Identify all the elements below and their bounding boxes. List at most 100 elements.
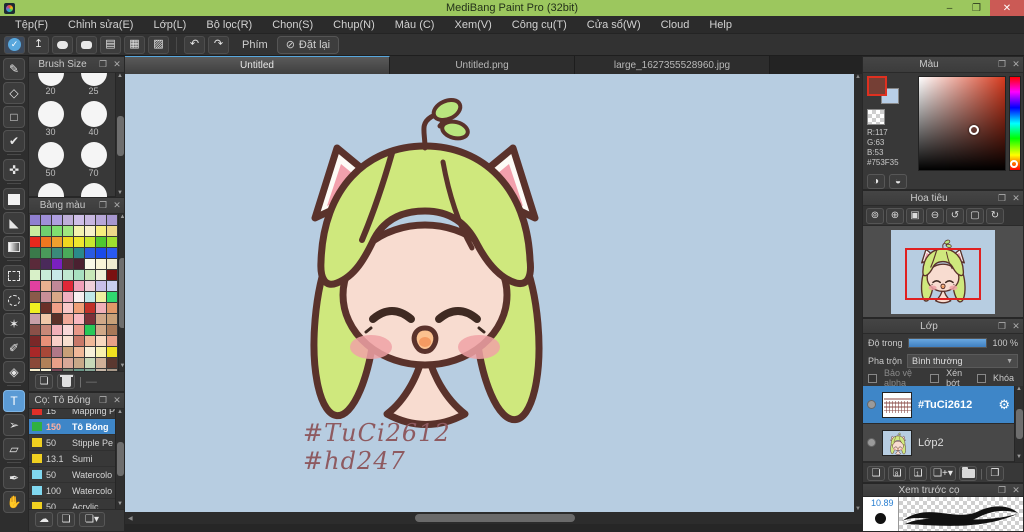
palette-swatch[interactable] [52,248,62,258]
curve-tool[interactable]: ✔ [3,130,25,152]
palette-swatch[interactable] [96,270,106,280]
close-icon[interactable]: ✕ [110,395,124,406]
palette-swatch[interactable] [30,358,40,368]
palette-swatch[interactable] [96,303,106,313]
palette-swatch[interactable] [63,270,73,280]
brush-tool[interactable]: ✎ [3,58,25,80]
palette-swatch[interactable] [74,336,84,346]
palette-swatch[interactable] [63,259,73,269]
popout-icon[interactable]: ❐ [995,59,1009,70]
brush-list-item[interactable]: 50Watercolo [29,467,115,483]
palette-swatch[interactable] [107,259,117,269]
palette-swatch[interactable] [96,215,106,225]
palette-swatch[interactable] [74,325,84,335]
palette-swatch[interactable] [74,358,84,368]
palette-swatch[interactable] [41,314,51,324]
palette-swatch[interactable] [41,303,51,313]
reset-button[interactable]: ⊘ Đặt lại [277,36,339,54]
palette-swatch[interactable] [30,281,40,291]
redo-button[interactable]: ↷ [208,36,229,54]
palette-swatch[interactable] [63,281,73,291]
brush-size-swatch[interactable] [38,183,64,198]
palette-swatch[interactable] [96,259,106,269]
palette-swatch[interactable] [96,325,106,335]
palette-swatch[interactable] [107,314,117,324]
menu-item-3[interactable]: Lớp(L) [144,17,195,33]
palette-swatch[interactable] [107,215,117,225]
lasso-tool[interactable] [3,289,25,311]
navigator-thumbnail[interactable] [891,230,995,314]
palette-swatch[interactable] [30,226,40,236]
cloud-sync-button[interactable]: ✓ [4,36,25,54]
palette-swatch[interactable] [107,281,117,291]
palette-swatch[interactable] [41,281,51,291]
palette-swatch[interactable] [74,281,84,291]
palette-swatch[interactable] [85,270,95,280]
palette-swatch[interactable] [85,347,95,357]
palette-swatch[interactable] [63,226,73,236]
shape-rect-tool[interactable]: □ [3,106,25,128]
close-icon[interactable]: ✕ [1009,485,1023,496]
brushes-scrollbar[interactable]: ▲ ▼ [115,409,124,509]
close-icon[interactable]: ✕ [1009,321,1023,332]
alpha-protect-checkbox[interactable] [868,374,877,383]
palette-swatch[interactable] [30,336,40,346]
palette-swatch[interactable] [63,347,73,357]
minimize-button[interactable]: – [936,0,963,16]
palette-swatch[interactable] [85,226,95,236]
close-icon[interactable]: ✕ [110,59,124,70]
palette-swatch[interactable] [30,270,40,280]
palette-swatch[interactable] [63,292,73,302]
palette-swatch[interactable] [96,226,106,236]
palette-swatch[interactable] [96,292,106,302]
rotate-right-button[interactable]: ↻ [986,208,1004,224]
opacity-slider[interactable] [908,338,988,348]
duplicate-layer-button[interactable]: ❐ [986,466,1004,481]
close-icon[interactable]: ✕ [1009,193,1023,204]
reset-rotation-button[interactable]: ▢ [966,208,984,224]
canvas-viewport[interactable]: #TuCi2612 #hd247 [125,74,854,512]
hue-slider[interactable] [1009,76,1021,171]
palette-swatch[interactable] [85,303,95,313]
palette-swatch[interactable] [74,237,84,247]
menu-item-7[interactable]: Màu (C) [386,17,444,33]
palette-swatch[interactable] [107,347,117,357]
palette-swatch[interactable] [74,248,84,258]
brush-list-item[interactable]: 100Watercolo [29,483,115,499]
palette-swatch[interactable] [52,237,62,247]
palette-swatch[interactable] [85,369,95,371]
brush-list-item[interactable]: 15Mapping P [29,409,115,419]
palette-swatch[interactable] [52,303,62,313]
palette-swatch[interactable] [107,248,117,258]
palette-swatch[interactable] [41,215,51,225]
palette-swatch[interactable] [52,215,62,225]
palette-swatch[interactable] [30,303,40,313]
palette-swatch[interactable] [41,237,51,247]
brush-size-swatch[interactable] [81,142,107,168]
navigator-viewport-rect[interactable] [905,248,981,300]
hand-tool[interactable]: ✋ [3,491,25,513]
palette-swatch[interactable] [52,292,62,302]
eyedropper-tool[interactable]: ✒ [3,467,25,489]
palette-swatch[interactable] [30,314,40,324]
saturation-value-picker[interactable] [918,76,1006,171]
palette-swatch[interactable] [52,226,62,236]
hue-marker[interactable] [1010,160,1018,168]
operate-tool[interactable]: ➢ [3,414,25,436]
add-layer-menu-button[interactable]: ❏+▾ [930,466,956,481]
brush-list-item[interactable]: 50Stipple Pe [29,435,115,451]
popout-icon[interactable]: ❐ [96,59,110,70]
menu-item-8[interactable]: Xem(V) [445,17,500,33]
new-layer-button[interactable]: ❏ [867,466,885,481]
brush-list-item[interactable]: 13.1Sumi [29,451,115,467]
palette-swatch[interactable] [85,292,95,302]
add-color-button[interactable]: ❏ [35,374,53,389]
palette-swatch[interactable] [52,336,62,346]
palette-swatch[interactable] [30,347,40,357]
palette-swatch[interactable] [107,237,117,247]
brush-size-scrollbar[interactable]: ▲ ▼ [115,73,124,198]
move-tool[interactable]: ✜ [3,159,25,181]
palette-swatch[interactable] [107,358,117,368]
close-icon[interactable]: ✕ [1009,59,1023,70]
zoom-actual-button[interactable]: ⊚ [866,208,884,224]
